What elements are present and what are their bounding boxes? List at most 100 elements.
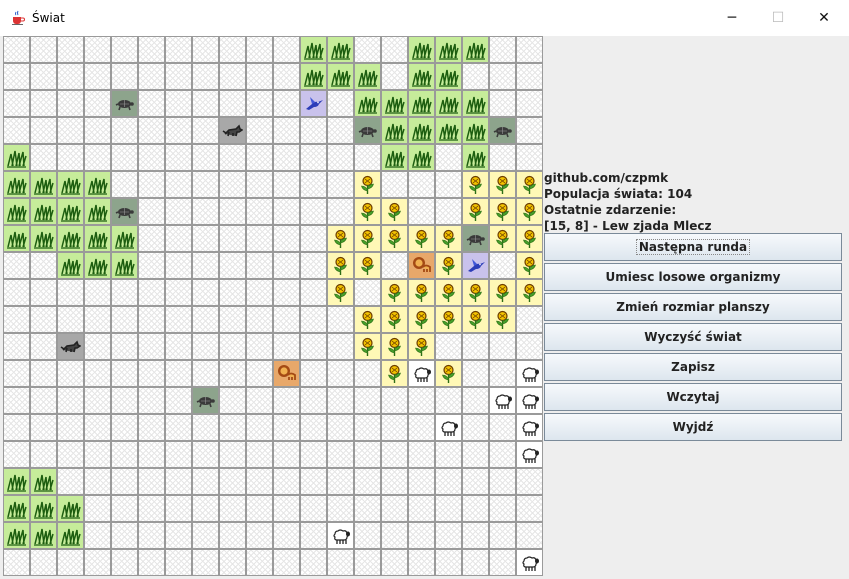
empty-cell[interactable] [192, 414, 219, 441]
grass-cell[interactable] [462, 36, 489, 63]
grass-cell[interactable] [84, 225, 111, 252]
sheep-cell[interactable] [327, 522, 354, 549]
empty-cell[interactable] [84, 495, 111, 522]
empty-cell[interactable] [84, 144, 111, 171]
sheep-cell[interactable] [516, 387, 543, 414]
turtle-cell[interactable] [111, 90, 138, 117]
empty-cell[interactable] [300, 360, 327, 387]
empty-cell[interactable] [462, 414, 489, 441]
empty-cell[interactable] [192, 144, 219, 171]
empty-cell[interactable] [84, 333, 111, 360]
grass-cell[interactable] [84, 252, 111, 279]
empty-cell[interactable] [3, 414, 30, 441]
empty-cell[interactable] [3, 360, 30, 387]
sheep-cell[interactable] [516, 441, 543, 468]
empty-cell[interactable] [246, 252, 273, 279]
grass-cell[interactable] [354, 63, 381, 90]
empty-cell[interactable] [489, 549, 516, 576]
empty-cell[interactable] [57, 144, 84, 171]
empty-cell[interactable] [165, 387, 192, 414]
empty-cell[interactable] [273, 495, 300, 522]
empty-cell[interactable] [3, 549, 30, 576]
empty-cell[interactable] [327, 90, 354, 117]
empty-cell[interactable] [489, 441, 516, 468]
empty-cell[interactable] [84, 441, 111, 468]
empty-cell[interactable] [138, 495, 165, 522]
empty-cell[interactable] [30, 90, 57, 117]
empty-cell[interactable] [327, 306, 354, 333]
grass-cell[interactable] [57, 252, 84, 279]
empty-cell[interactable] [273, 306, 300, 333]
empty-cell[interactable] [84, 117, 111, 144]
empty-cell[interactable] [489, 63, 516, 90]
empty-cell[interactable] [300, 225, 327, 252]
grass-cell[interactable] [300, 36, 327, 63]
sheep-cell[interactable] [516, 360, 543, 387]
empty-cell[interactable] [138, 333, 165, 360]
grass-cell[interactable] [462, 117, 489, 144]
empty-cell[interactable] [462, 333, 489, 360]
empty-cell[interactable] [354, 495, 381, 522]
empty-cell[interactable] [408, 468, 435, 495]
dandelion-cell[interactable] [462, 279, 489, 306]
empty-cell[interactable] [435, 495, 462, 522]
empty-cell[interactable] [246, 360, 273, 387]
grass-cell[interactable] [3, 225, 30, 252]
empty-cell[interactable] [165, 117, 192, 144]
empty-cell[interactable] [138, 117, 165, 144]
dandelion-cell[interactable] [516, 279, 543, 306]
grass-cell[interactable] [300, 63, 327, 90]
empty-cell[interactable] [138, 279, 165, 306]
empty-cell[interactable] [57, 117, 84, 144]
empty-cell[interactable] [3, 306, 30, 333]
empty-cell[interactable] [30, 441, 57, 468]
empty-cell[interactable] [516, 36, 543, 63]
empty-cell[interactable] [246, 225, 273, 252]
empty-cell[interactable] [192, 306, 219, 333]
grass-cell[interactable] [408, 63, 435, 90]
empty-cell[interactable] [408, 441, 435, 468]
dandelion-cell[interactable] [354, 306, 381, 333]
empty-cell[interactable] [219, 468, 246, 495]
empty-cell[interactable] [192, 495, 219, 522]
grass-cell[interactable] [408, 144, 435, 171]
empty-cell[interactable] [111, 441, 138, 468]
empty-cell[interactable] [192, 63, 219, 90]
empty-cell[interactable] [300, 252, 327, 279]
empty-cell[interactable] [192, 549, 219, 576]
empty-cell[interactable] [30, 333, 57, 360]
empty-cell[interactable] [246, 198, 273, 225]
empty-cell[interactable] [516, 90, 543, 117]
clear-world-button[interactable]: Wyczyść świat [544, 323, 842, 351]
empty-cell[interactable] [300, 144, 327, 171]
empty-cell[interactable] [192, 279, 219, 306]
empty-cell[interactable] [57, 387, 84, 414]
empty-cell[interactable] [354, 279, 381, 306]
empty-cell[interactable] [354, 360, 381, 387]
empty-cell[interactable] [462, 549, 489, 576]
empty-cell[interactable] [435, 468, 462, 495]
empty-cell[interactable] [192, 117, 219, 144]
empty-cell[interactable] [381, 468, 408, 495]
empty-cell[interactable] [219, 549, 246, 576]
empty-cell[interactable] [354, 549, 381, 576]
empty-cell[interactable] [462, 441, 489, 468]
grass-cell[interactable] [3, 468, 30, 495]
empty-cell[interactable] [273, 387, 300, 414]
empty-cell[interactable] [219, 63, 246, 90]
empty-cell[interactable] [192, 198, 219, 225]
grass-cell[interactable] [3, 495, 30, 522]
turtle-cell[interactable] [192, 387, 219, 414]
next-round-button[interactable]: Następna runda [544, 233, 842, 261]
empty-cell[interactable] [300, 171, 327, 198]
lion-cell[interactable] [273, 360, 300, 387]
empty-cell[interactable] [192, 225, 219, 252]
empty-cell[interactable] [111, 144, 138, 171]
empty-cell[interactable] [57, 360, 84, 387]
dandelion-cell[interactable] [354, 171, 381, 198]
empty-cell[interactable] [246, 441, 273, 468]
empty-cell[interactable] [273, 279, 300, 306]
empty-cell[interactable] [84, 306, 111, 333]
dandelion-cell[interactable] [516, 225, 543, 252]
dandelion-cell[interactable] [435, 306, 462, 333]
